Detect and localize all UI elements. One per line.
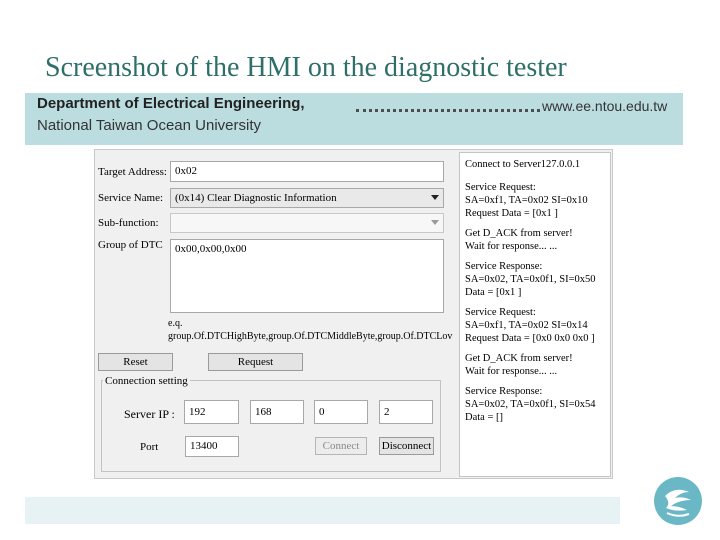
- log-line: Service Response:: [465, 386, 543, 397]
- service-name-selected: (0x14) Clear Diagnostic Information: [175, 192, 337, 204]
- log-line: Service Request:: [465, 182, 536, 193]
- ip-octet-3-input[interactable]: 0: [314, 400, 368, 424]
- footer-band: [25, 497, 620, 524]
- sub-function-label: Sub-function:: [98, 217, 159, 229]
- connect-button[interactable]: Connect: [315, 437, 367, 455]
- server-ip-label: Server IP :: [124, 407, 175, 421]
- connection-setting-label: Connection setting: [103, 375, 190, 387]
- log-entry: Connect to Server127.0.0.1: [465, 158, 610, 171]
- dotted-leader: [356, 98, 540, 112]
- group-of-dtc-textarea[interactable]: 0x00,0x00,0x00: [170, 239, 444, 313]
- target-address-input[interactable]: 0x02: [170, 161, 444, 182]
- log-line: Request Data = [0x0 0x0 0x0 ]: [465, 333, 595, 344]
- department-name: Department of Electrical Engineering,: [37, 95, 305, 112]
- log-entry: Get D_ACK from server! Wait for response…: [465, 352, 610, 378]
- chevron-down-icon: [431, 220, 439, 225]
- port-label: Port: [140, 441, 159, 453]
- log-line: SA=0xf1, TA=0x02 SI=0x10: [465, 195, 588, 206]
- log-entry: Service Response: SA=0x02, TA=0x0f1, SI=…: [465, 260, 610, 299]
- log-line: Data = []: [465, 412, 503, 423]
- log-line: Get D_ACK from server!: [465, 228, 573, 239]
- log-entry: Get D_ACK from server! Wait for response…: [465, 227, 610, 253]
- log-line: Service Request:: [465, 307, 536, 318]
- slide-title: Screenshot of the HMI on the diagnostic …: [45, 52, 567, 83]
- disconnect-button[interactable]: Disconnect: [379, 437, 434, 455]
- service-name-label: Service Name:: [98, 192, 164, 204]
- log-line: Request Data = [0x1 ]: [465, 208, 558, 219]
- port-input[interactable]: 13400: [185, 436, 239, 457]
- request-button[interactable]: Request: [208, 353, 303, 371]
- sub-function-dropdown[interactable]: [170, 213, 444, 233]
- log-line: SA=0xf1, TA=0x02 SI=0x14: [465, 320, 588, 331]
- log-line: Service Response:: [465, 261, 543, 272]
- dtc-hint-line2: group.Of.DTCHighByte,group.Of.DTCMiddleB…: [168, 331, 453, 342]
- log-line: Get D_ACK from server!: [465, 353, 573, 364]
- university-name: National Taiwan Ocean University: [37, 117, 261, 134]
- log-line: SA=0x02, TA=0x0f1, SI=0x54: [465, 399, 596, 410]
- log-line: Wait for response... ...: [465, 241, 558, 252]
- connection-setting-group: [101, 380, 441, 472]
- hmi-window: Target Address: 0x02 Service Name: (0x14…: [94, 149, 613, 479]
- ip-octet-2-input[interactable]: 168: [250, 400, 304, 424]
- service-name-dropdown[interactable]: (0x14) Clear Diagnostic Information: [170, 188, 444, 208]
- log-line: Wait for response... ...: [465, 366, 558, 377]
- chevron-down-icon: [431, 195, 439, 200]
- dtc-hint-line1: e.q.: [168, 318, 183, 329]
- reset-button[interactable]: Reset: [98, 353, 173, 371]
- ip-octet-4-input[interactable]: 2: [379, 400, 433, 424]
- log-line: SA=0x02, TA=0x0f1, SI=0x50: [465, 274, 596, 285]
- response-log-panel[interactable]: Connect to Server127.0.0.1 Service Reque…: [459, 152, 611, 477]
- department-url: www.ee.ntou.edu.tw: [542, 98, 668, 114]
- group-of-dtc-label: Group of DTC: [98, 239, 163, 251]
- log-line: Connect to Server127.0.0.1: [465, 159, 581, 170]
- log-entry: Service Response: SA=0x02, TA=0x0f1, SI=…: [465, 385, 610, 424]
- log-entry: Service Request: SA=0xf1, TA=0x02 SI=0x1…: [465, 181, 610, 220]
- ip-octet-1-input[interactable]: 192: [184, 400, 239, 424]
- log-entry: Service Request: SA=0xf1, TA=0x02 SI=0x1…: [465, 306, 610, 345]
- university-logo-icon: [654, 477, 702, 525]
- target-address-label: Target Address:: [98, 166, 167, 178]
- log-line: Data = [0x1 ]: [465, 287, 522, 298]
